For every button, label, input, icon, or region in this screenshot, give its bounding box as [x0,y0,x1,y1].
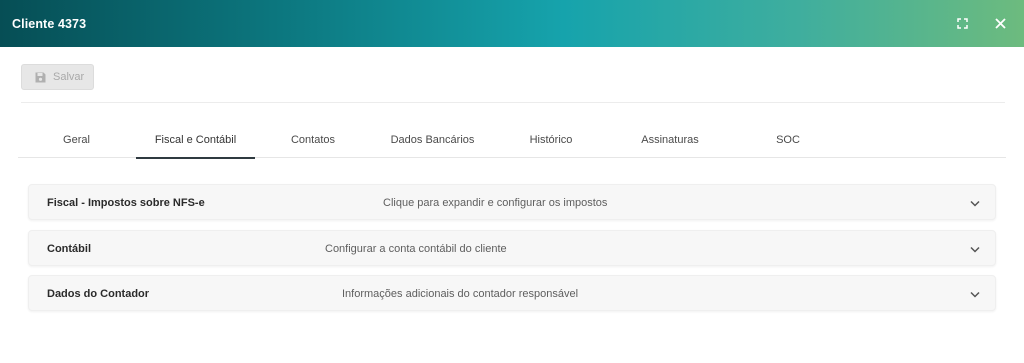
accordion-description: Informações adicionais do contador respo… [342,288,579,300]
accordion-contabil[interactable]: Contábil Configurar a conta contábil do … [28,230,996,266]
window-header: Cliente 4373 [0,0,1024,47]
window-actions [952,0,1010,47]
tab-label: Histórico [529,134,573,146]
maximize-button[interactable] [952,14,972,34]
tab-label: Geral [63,134,90,146]
save-button[interactable]: Salvar [21,64,94,90]
tab-dados-bancarios[interactable]: Dados Bancários [373,122,492,158]
chevron-down-icon [970,291,980,298]
fullscreen-icon [956,18,968,29]
tab-label: SOC [776,134,800,146]
chevron-down-icon [970,200,980,207]
tab-bar: Geral Fiscal e Contábil Contatos Dados B… [18,122,1006,159]
accordion-title: Dados do Contador [47,288,150,300]
accordion-description: Clique para expandir e configurar os imp… [383,197,608,209]
tab-historico[interactable]: Histórico [506,122,596,158]
accordion-dados-contador[interactable]: Dados do Contador Informações adicionais… [28,275,996,311]
save-button-label: Salvar [53,71,85,83]
accordion-title: Fiscal - Impostos sobre NFS-e [47,197,205,209]
tab-contatos[interactable]: Contatos [273,122,353,158]
tab-label: Contatos [290,134,336,146]
accordion-description: Configurar a conta contábil do cliente [325,243,507,255]
tab-label: Assinaturas [641,134,699,146]
window-title: Cliente 4373 [12,16,87,31]
close-icon [994,18,1006,29]
tab-fiscal-contabil[interactable]: Fiscal e Contábil [136,122,255,159]
toolbar-divider [21,102,1005,103]
tab-label: Fiscal e Contábil [154,134,237,146]
chevron-down-icon [970,246,980,253]
tab-assinaturas[interactable]: Assinaturas [622,122,718,158]
accordion-title: Contábil [47,243,91,255]
tab-soc[interactable]: SOC [758,122,818,158]
close-button[interactable] [990,14,1010,34]
floppy-disk-icon [35,72,46,82]
tab-label: Dados Bancários [390,134,475,146]
accordion-fiscal[interactable]: Fiscal - Impostos sobre NFS-e Clique par… [28,184,996,220]
tab-geral[interactable]: Geral [36,122,117,158]
